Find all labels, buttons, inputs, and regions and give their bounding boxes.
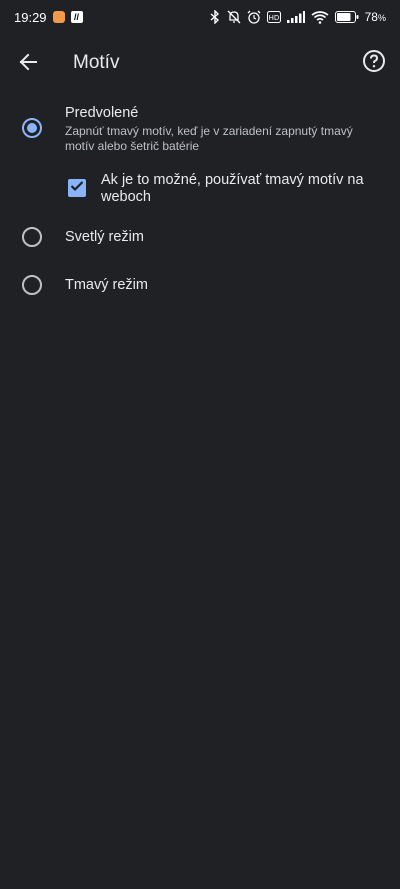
bell-muted-icon <box>227 10 241 24</box>
help-button[interactable] <box>360 49 388 77</box>
theme-option-dark[interactable]: Tmavý režim <box>0 266 400 306</box>
volte-icon: HD <box>266 11 281 23</box>
radio-light[interactable] <box>22 227 42 247</box>
battery-percent: 78% <box>364 10 386 24</box>
arrow-back-icon <box>18 52 38 77</box>
app-bar: Motív <box>0 34 400 94</box>
radio-default[interactable] <box>22 118 42 138</box>
radio-dark[interactable] <box>22 275 42 295</box>
option-default-label: Predvolené <box>65 105 139 121</box>
option-light-label: Svetlý režim <box>65 229 144 245</box>
status-time: 19:29 <box>14 9 47 25</box>
status-bar-left: 19:29 // <box>14 10 83 25</box>
dark-web-checkbox-label[interactable]: Ak je to možné, používať tmavý motív na … <box>101 172 371 206</box>
notification-app-icon <box>52 11 65 23</box>
option-default-description: Zapnúť tmavý motív, keď je v zariadení z… <box>65 124 353 153</box>
theme-option-default[interactable]: Predvolené Zapnúť tmavý motív, keď je v … <box>0 100 400 160</box>
dark-web-checkbox[interactable] <box>68 179 86 197</box>
help-circle-icon <box>362 49 386 78</box>
wifi-icon <box>311 10 329 24</box>
page-title: Motív <box>73 52 120 73</box>
notification-pen-icon: // <box>70 11 83 23</box>
theme-option-light[interactable]: Svetlý režim <box>0 218 400 258</box>
status-bar: 19:29 // HD 78% <box>0 0 400 34</box>
svg-text:HD: HD <box>268 14 279 22</box>
signal-icon <box>286 11 305 23</box>
status-bar-right: HD 78% <box>209 10 386 24</box>
check-icon <box>70 179 84 197</box>
back-button[interactable] <box>12 48 44 80</box>
option-dark-label: Tmavý režim <box>65 277 148 293</box>
bluetooth-icon <box>209 10 221 24</box>
battery-icon <box>334 11 359 23</box>
alarm-icon <box>247 10 261 24</box>
